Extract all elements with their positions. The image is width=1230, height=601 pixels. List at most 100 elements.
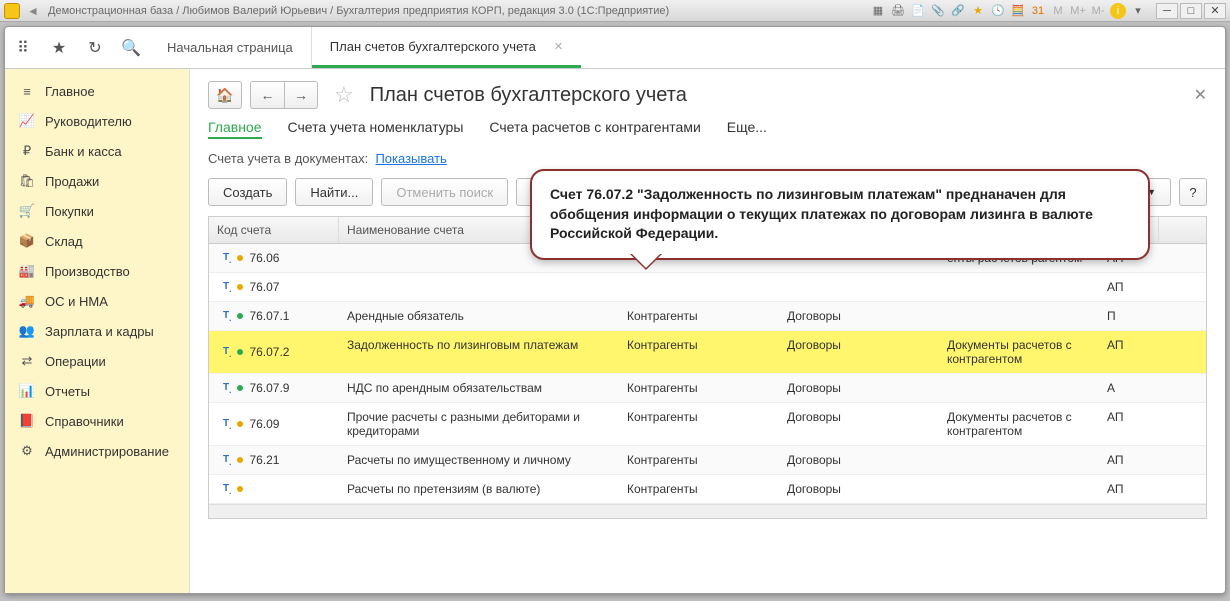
sidebar-item-12[interactable]: ⚙Администрирование <box>5 436 189 466</box>
cell-name <box>339 273 619 301</box>
cell-vid: АП <box>1099 475 1159 503</box>
calendar-icon[interactable]: 31 <box>1030 3 1046 19</box>
table-row[interactable]: T.76.07АП <box>209 273 1206 302</box>
favorite-star-icon[interactable]: ☆ <box>334 82 354 108</box>
table-row[interactable]: T.76.07.2Задолженность по лизинговым пла… <box>209 331 1206 374</box>
sidebar-icon: ⇄ <box>17 353 37 369</box>
maximize-button[interactable]: □ <box>1180 3 1202 19</box>
docline-link[interactable]: Показывать <box>375 151 446 166</box>
subtab-nomen[interactable]: Счета учета номенклатуры <box>288 119 464 139</box>
help-button[interactable]: ? <box>1179 178 1207 206</box>
cell-name: Расчеты по претензиям (в валюте) <box>339 475 619 503</box>
sidebar-label: Администрирование <box>45 444 169 459</box>
table-row[interactable]: T.76.07.9НДС по арендным обязательствамК… <box>209 374 1206 403</box>
titlebar: ◄ Демонстрационная база / Любимов Валери… <box>0 0 1230 22</box>
create-button[interactable]: Создать <box>208 178 287 206</box>
col-code[interactable]: Код счета <box>209 217 339 243</box>
search-icon[interactable]: 🔍 <box>113 27 149 68</box>
status-dot-icon <box>237 349 243 355</box>
sidebar-item-1[interactable]: 📈Руководителю <box>5 106 189 136</box>
link-icon[interactable]: 🔗 <box>950 3 966 19</box>
cell-s1: Контрагенты <box>619 446 779 474</box>
cell-code: 76.07.1 <box>249 309 289 323</box>
sidebar-icon: 📊 <box>17 383 37 399</box>
close-button[interactable]: ✕ <box>1204 3 1226 19</box>
sidebar-item-0[interactable]: ≡Главное <box>5 77 189 106</box>
minimize-button[interactable]: ─ <box>1156 3 1178 19</box>
page-close-icon[interactable]: ✕ <box>1194 85 1207 105</box>
nav-back-button[interactable]: ← <box>250 81 284 109</box>
tab-close-icon[interactable]: ✕ <box>554 40 563 53</box>
status-dot-icon <box>237 486 243 492</box>
mplus-icon[interactable]: M+ <box>1070 3 1086 19</box>
sidebar-label: Справочники <box>45 414 124 429</box>
sidebar-item-6[interactable]: 🏭Производство <box>5 256 189 286</box>
calc-icon[interactable]: 🧮 <box>1010 3 1026 19</box>
sidebar-item-5[interactable]: 📦Склад <box>5 226 189 256</box>
sidebar-item-10[interactable]: 📊Отчеты <box>5 376 189 406</box>
table-row[interactable]: T.Расчеты по претензиям (в валюте)Контра… <box>209 475 1206 504</box>
m-icon[interactable]: M <box>1050 3 1066 19</box>
print-icon[interactable]: 🖨 <box>890 3 906 19</box>
sidebar-label: Продажи <box>45 174 99 189</box>
table-row[interactable]: T.76.07.1Арендные обязательКонтрагентыДо… <box>209 302 1206 331</box>
sidebar-item-11[interactable]: 📕 Справочники <box>5 406 189 436</box>
sidebar-item-8[interactable]: 👥Зарплата и кадры <box>5 316 189 346</box>
dropdown-icon[interactable]: ▾ <box>1130 3 1146 19</box>
sidebar-item-9[interactable]: ⇄Операции <box>5 346 189 376</box>
nav-fwd-button[interactable]: → <box>284 81 318 109</box>
back-icon[interactable]: ◄ <box>24 3 42 19</box>
find-button[interactable]: Найти... <box>295 178 373 206</box>
cell-vid: АП <box>1099 403 1159 445</box>
sidebar-icon: 🚚 <box>17 293 37 309</box>
status-dot-icon <box>237 421 243 427</box>
cancel-search-button[interactable]: Отменить поиск <box>381 178 508 206</box>
cell-vid: АП <box>1099 446 1159 474</box>
cell-s1: Контрагенты <box>619 302 779 330</box>
status-dot-icon <box>237 457 243 463</box>
tab-home[interactable]: Начальная страница <box>149 27 312 68</box>
cell-name: Расчеты по имущественному и личному <box>339 446 619 474</box>
clipboard-icon[interactable]: ↻ <box>77 27 113 68</box>
cell-code: 76.07 <box>249 280 279 294</box>
cell-s3 <box>939 475 1099 503</box>
sidebar-label: Банк и касса <box>45 144 122 159</box>
table-row[interactable]: T.76.09Прочие расчеты с разными дебитора… <box>209 403 1206 446</box>
subtab-more[interactable]: Еще... <box>727 119 767 139</box>
scrollbar[interactable] <box>209 504 1206 518</box>
star-icon[interactable]: ★ <box>970 3 986 19</box>
sidebar-item-7[interactable]: 🚚 ОС и НМА <box>5 286 189 316</box>
sidebar-item-4[interactable]: 🛒 Покупки <box>5 196 189 226</box>
sidebar-item-2[interactable]: ₽Банк и касса <box>5 136 189 166</box>
cell-s1: Контрагенты <box>619 374 779 402</box>
home-button[interactable]: 🏠 <box>208 81 242 109</box>
account-type-icon: T. <box>223 346 231 359</box>
subtab-main[interactable]: Главное <box>208 119 262 139</box>
window-title: Демонстрационная база / Любимов Валерий … <box>48 5 870 17</box>
subtabs: Главное Счета учета номенклатуры Счета р… <box>208 119 1207 139</box>
doc-icon[interactable]: 📄 <box>910 3 926 19</box>
sidebar-label: ОС и НМА <box>45 294 108 309</box>
sidebar-item-3[interactable]: 🛍Продажи <box>5 166 189 196</box>
sidebar-icon: 👥 <box>17 323 37 339</box>
history-icon[interactable]: 🕓 <box>990 3 1006 19</box>
star-nav-icon[interactable]: ★ <box>41 27 77 68</box>
sidebar-icon: 🛒 <box>17 203 37 219</box>
sidebar-icon: 📕 <box>17 413 37 429</box>
info-icon[interactable]: i <box>1110 3 1126 19</box>
clip-icon[interactable]: 📎 <box>930 3 946 19</box>
grid-icon[interactable]: ▦ <box>870 3 886 19</box>
cell-s3 <box>939 446 1099 474</box>
callout-bubble: Счет 76.07.2 "Задолженность по лизинговы… <box>530 169 1150 260</box>
sidebar-label: Покупки <box>45 204 94 219</box>
status-dot-icon <box>237 313 243 319</box>
mminus-icon[interactable]: M- <box>1090 3 1106 19</box>
tab-chart-of-accounts[interactable]: План счетов бухгалтерского учета ✕ <box>312 27 581 68</box>
account-type-icon: T. <box>223 454 231 467</box>
subtab-contr[interactable]: Счета расчетов с контрагентами <box>489 119 700 139</box>
status-dot-icon <box>237 284 243 290</box>
page-title: План счетов бухгалтерского учета <box>370 84 687 107</box>
table-row[interactable]: T.76.21Расчеты по имущественному и лично… <box>209 446 1206 475</box>
status-dot-icon <box>237 385 243 391</box>
apps-icon[interactable]: ⠿ <box>5 27 41 68</box>
